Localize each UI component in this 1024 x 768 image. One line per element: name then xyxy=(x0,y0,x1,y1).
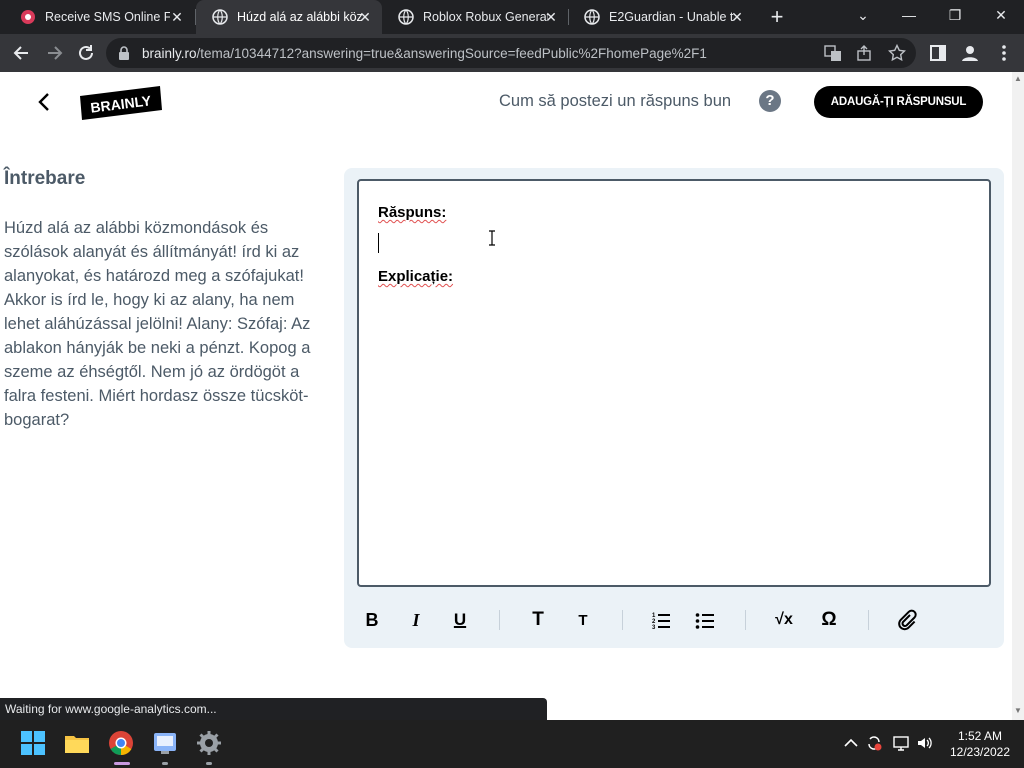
question-text: Húzd alá az alábbi közmondások és szólás… xyxy=(4,219,311,429)
help-icon[interactable]: ? xyxy=(759,90,781,112)
chrome-icon[interactable] xyxy=(108,730,134,756)
close-icon[interactable]: ✕ xyxy=(544,10,558,24)
special-character-button[interactable]: Ω xyxy=(818,608,840,632)
system-clock[interactable]: 1:52 AM 12/23/2022 xyxy=(940,728,1020,760)
how-to-answer-link[interactable]: Cum să postezi un răspuns bun xyxy=(499,92,731,111)
page-scrollbar[interactable]: ▲ ▼ xyxy=(1012,72,1024,720)
page-header: BRAINLY Cum să postezi un răspuns bun ? … xyxy=(0,72,1012,132)
clock-time: 1:52 AM xyxy=(957,729,1003,743)
window-close-button[interactable]: ✕ xyxy=(978,0,1024,30)
settings-gear-icon[interactable] xyxy=(196,730,222,756)
tab-receive-sms[interactable]: Receive SMS Online Fo ✕ xyxy=(4,0,194,34)
tab-title: Roblox Robux Generat xyxy=(423,10,548,24)
running-app-indicator xyxy=(162,762,168,765)
svg-text:3: 3 xyxy=(652,625,656,631)
tab-roblox[interactable]: Roblox Robux Generat ✕ xyxy=(382,0,568,34)
url-host: brainly.ro xyxy=(142,46,197,61)
reload-icon[interactable] xyxy=(76,43,96,63)
answer-editor[interactable]: Răspuns: Explicație: xyxy=(357,179,991,587)
tab-search-chevron-icon[interactable]: ⌄ xyxy=(840,0,886,30)
bookmark-star-icon[interactable] xyxy=(888,44,906,62)
ordered-list-icon[interactable]: 123 xyxy=(651,608,671,632)
attachment-icon[interactable] xyxy=(896,608,918,632)
web-page: BRAINLY Cum să postezi un răspuns bun ? … xyxy=(0,72,1012,720)
running-app-indicator xyxy=(206,762,212,765)
tab-e2guardian[interactable]: E2Guardian - Unable to ✕ xyxy=(568,0,754,34)
forward-arrow-icon[interactable] xyxy=(44,43,64,63)
underline-button[interactable]: U xyxy=(450,608,470,632)
status-bubble: Waiting for www.google-analytics.com... xyxy=(0,698,547,720)
new-tab-button[interactable]: + xyxy=(766,6,788,28)
translate-icon[interactable] xyxy=(824,44,842,62)
address-bar[interactable]: brainly.ro/tema/10344712?answering=true&… xyxy=(106,38,916,68)
close-icon[interactable]: ✕ xyxy=(170,10,184,24)
sync-alert-icon[interactable] xyxy=(865,734,883,752)
menu-kebab-icon[interactable] xyxy=(994,43,1014,63)
heading-large-button[interactable]: T xyxy=(528,608,548,632)
share-icon[interactable] xyxy=(856,44,874,62)
tab-title: Húzd alá az alábbi közm xyxy=(237,10,362,24)
math-formula-button[interactable]: √x xyxy=(772,608,796,632)
globe-icon xyxy=(212,9,228,25)
url-text: brainly.ro/tema/10344712?answering=true&… xyxy=(142,46,707,61)
browser-toolbar: brainly.ro/tema/10344712?answering=true&… xyxy=(0,34,1024,72)
text-caret xyxy=(378,233,379,253)
active-app-indicator xyxy=(114,762,130,765)
bold-button[interactable]: B xyxy=(362,608,382,632)
tab-title: E2Guardian - Unable to xyxy=(609,10,734,24)
toolbar-divider xyxy=(622,610,623,630)
close-icon[interactable]: ✕ xyxy=(358,10,372,24)
volume-icon[interactable] xyxy=(916,734,934,752)
network-icon[interactable] xyxy=(892,734,910,752)
globe-icon xyxy=(398,9,414,25)
close-icon[interactable]: ✕ xyxy=(730,10,744,24)
windows-taskbar: 1:52 AM 12/23/2022 xyxy=(0,720,1024,768)
tab-title: Receive SMS Online Fo xyxy=(45,10,170,24)
scroll-down-icon[interactable]: ▼ xyxy=(1014,706,1022,715)
browser-tab-strip: Receive SMS Online Fo ✕ Húzd alá az aláb… xyxy=(0,0,1024,34)
heading-small-button[interactable]: T xyxy=(573,608,593,632)
question-heading: Întrebare xyxy=(4,168,86,189)
chevron-up-icon[interactable] xyxy=(842,734,860,752)
chevron-left-icon[interactable] xyxy=(34,90,54,114)
explanation-label: Explicație: xyxy=(378,268,454,285)
maximize-button[interactable]: ❐ xyxy=(932,0,978,30)
app-window-icon[interactable] xyxy=(152,730,178,756)
back-arrow-icon[interactable] xyxy=(12,43,32,63)
brainly-logo[interactable]: BRAINLY xyxy=(80,86,162,120)
clock-date: 12/23/2022 xyxy=(949,745,1011,759)
profile-icon[interactable] xyxy=(960,43,980,63)
ibeam-cursor-icon xyxy=(489,230,495,246)
bullet-list-icon[interactable] xyxy=(695,608,715,632)
url-path: /tema/10344712?answering=true&answeringS… xyxy=(196,46,707,61)
file-explorer-icon[interactable] xyxy=(64,730,90,756)
italic-button[interactable]: I xyxy=(406,608,426,632)
toolbar-divider xyxy=(499,610,500,630)
globe-icon xyxy=(584,9,600,25)
tab-question-active[interactable]: Húzd alá az alábbi közm ✕ xyxy=(196,0,382,34)
toolbar-divider xyxy=(868,610,869,630)
minimize-button[interactable]: — xyxy=(886,0,932,30)
windows-start-icon[interactable] xyxy=(20,730,46,756)
side-panel-icon[interactable] xyxy=(928,43,948,63)
scroll-up-icon[interactable]: ▲ xyxy=(1014,74,1022,83)
toolbar-divider xyxy=(745,610,746,630)
answer-label: Răspuns: xyxy=(378,204,447,221)
sms-favicon-icon xyxy=(21,10,35,24)
add-answer-button[interactable]: ADAUGĂ-ȚI RĂSPUNSUL xyxy=(814,86,983,118)
lock-icon[interactable] xyxy=(118,46,130,60)
